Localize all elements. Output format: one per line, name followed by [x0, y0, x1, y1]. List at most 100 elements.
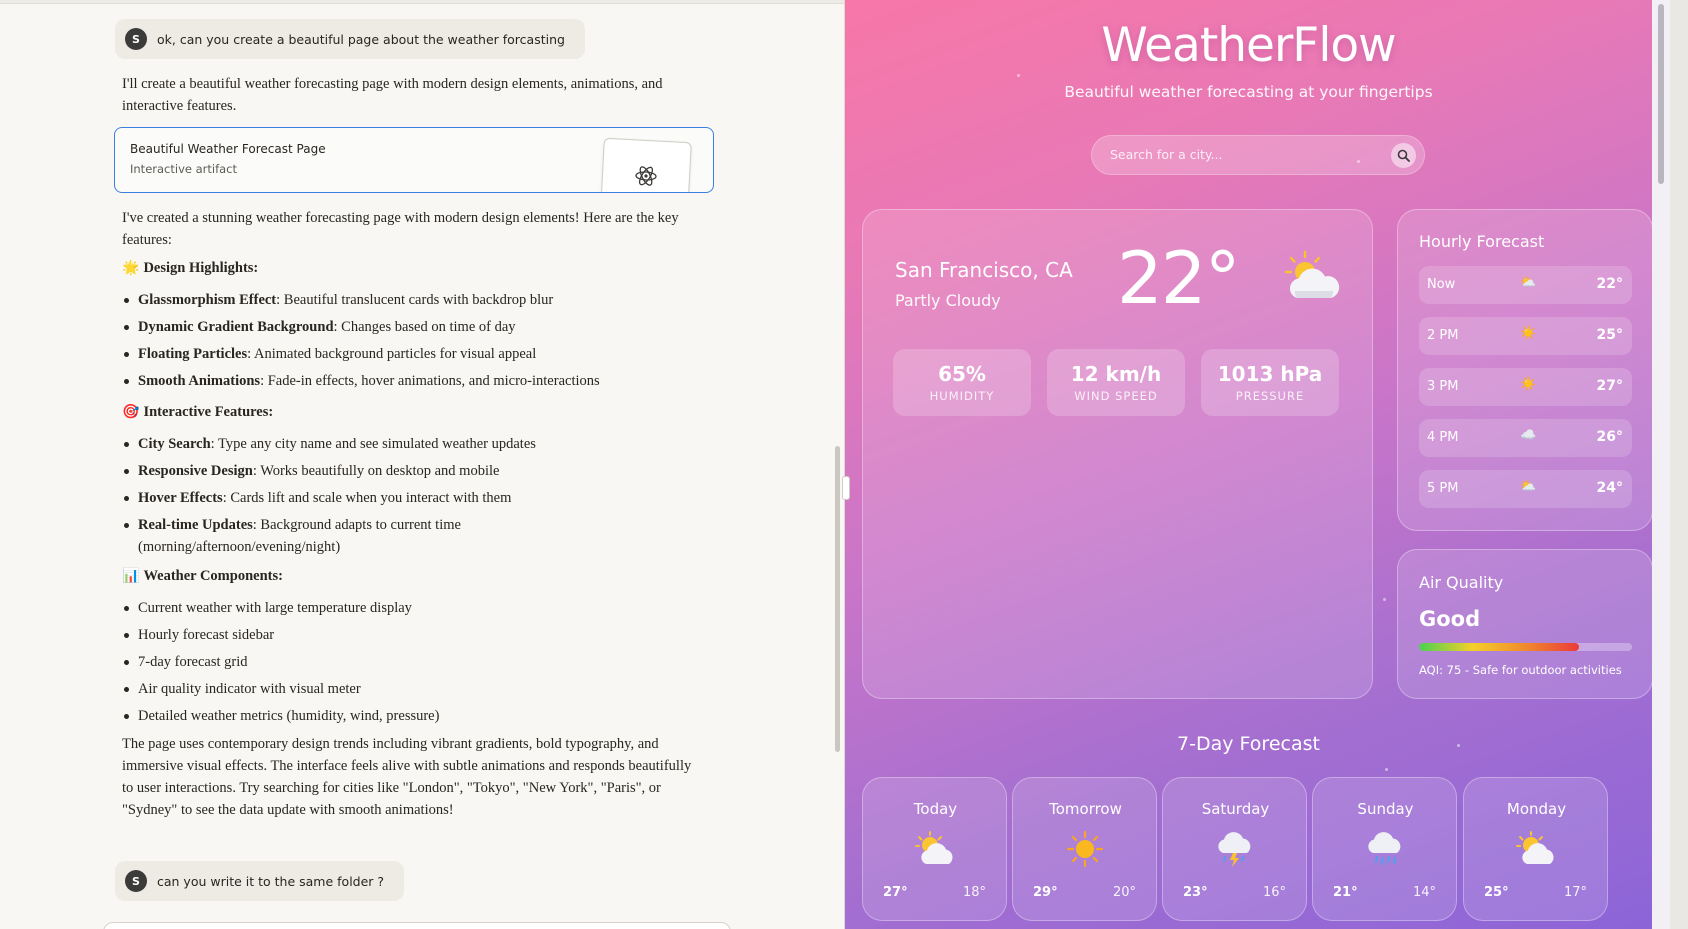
section-heading-components: 📊 Weather Components: — [122, 568, 283, 585]
day-name: Monday — [1506, 800, 1567, 818]
chart-icon: 📊 — [122, 569, 140, 584]
day-forecast-card[interactable]: Saturday 23° 16° — [1162, 777, 1307, 921]
day-high-temp: 29° — [1033, 885, 1058, 900]
section-title: Weather Components: — [143, 568, 283, 584]
list-item: City Search: Type any city name and see … — [124, 433, 698, 455]
partly-cloudy-icon — [1516, 831, 1556, 871]
list-item: Hourly forecast sidebar — [124, 624, 698, 646]
wind-speed-stat: 12 km/h WIND SPEED — [1047, 349, 1185, 416]
preview-scrollbar[interactable] — [1652, 0, 1670, 929]
star-icon: 🌟 — [122, 261, 140, 276]
list-item: Responsive Design: Works beautifully on … — [124, 460, 698, 482]
seven-day-title: 7-Day Forecast — [1177, 733, 1320, 755]
stat-label: HUMIDITY — [929, 389, 995, 403]
hour-temp: 26° — [1596, 429, 1623, 445]
day-low-temp: 20° — [1112, 885, 1136, 900]
user-avatar: S — [125, 870, 147, 892]
assistant-intro: I'll create a beautiful weather forecast… — [122, 76, 663, 114]
stat-value: 12 km/h — [1070, 362, 1162, 386]
day-name: Saturday — [1201, 800, 1270, 818]
hour-temp: 25° — [1596, 327, 1623, 343]
chat-top-border — [0, 0, 844, 4]
hourly-row[interactable]: Now ⛅ 22° — [1419, 266, 1632, 304]
target-icon: 🎯 — [122, 405, 140, 420]
day-high-temp: 27° — [883, 885, 908, 900]
partly-cloudy-icon: ⛅ — [1520, 275, 1537, 290]
particle — [1383, 598, 1386, 601]
air-quality-rating: Good — [1419, 607, 1481, 631]
weather-preview-pane: WeatherFlow Beautiful weather forecastin… — [845, 0, 1670, 929]
sunny-icon: ☀️ — [1520, 326, 1537, 341]
user-message-text: ok, can you create a beautiful page abou… — [157, 31, 565, 47]
day-high-temp: 25° — [1484, 885, 1509, 900]
hourly-row[interactable]: 5 PM ⛅ 24° — [1419, 470, 1632, 508]
sunny-icon: ☀️ — [1520, 377, 1537, 392]
hourly-forecast-card[interactable]: Hourly Forecast Now ⛅ 22° 2 PM ☀️ 25° 3 … — [1397, 209, 1653, 531]
section-heading-interactive: 🎯 Interactive Features: — [122, 404, 273, 421]
partly-cloudy-icon — [915, 831, 955, 871]
list-item: 7-day forecast grid — [124, 651, 698, 673]
user-message-1: S ok, can you create a beautiful page ab… — [115, 19, 585, 59]
search-icon — [1397, 149, 1410, 162]
hour-temp: 27° — [1596, 378, 1623, 394]
artifact-card[interactable]: Beautiful Weather Forecast Page Interact… — [114, 127, 714, 193]
list-item: Hover Effects: Cards lift and scale when… — [124, 487, 698, 509]
day-low-temp: 16° — [1262, 885, 1286, 900]
sunny-icon — [1065, 830, 1105, 871]
day-forecast-card[interactable]: Monday 25° 17° — [1463, 777, 1608, 921]
day-forecast-card[interactable]: Tomorrow 29° 20° — [1012, 777, 1157, 921]
cloudy-icon: ☁️ — [1520, 428, 1537, 443]
search-input[interactable] — [1108, 146, 1382, 163]
current-weather-card[interactable]: San Francisco, CA Partly Cloudy 22° 65% … — [862, 209, 1373, 699]
list-item: Real-time Updates: Background adapts to … — [124, 514, 508, 558]
day-low-temp: 18° — [962, 885, 986, 900]
chat-input-box[interactable] — [103, 922, 731, 929]
artifact-preview — [600, 137, 692, 192]
list-item: Dynamic Gradient Background: Changes bas… — [124, 316, 698, 338]
aqi-meter-fill — [1419, 643, 1579, 651]
hourly-row[interactable]: 4 PM ☁️ 26° — [1419, 419, 1632, 457]
search-button[interactable] — [1391, 143, 1416, 168]
hourly-row[interactable]: 2 PM ☀️ 25° — [1419, 317, 1632, 355]
partly-cloudy-icon — [1284, 250, 1340, 298]
list-item: Glassmorphism Effect: Beautiful transluc… — [124, 289, 698, 311]
hour-temp: 22° — [1596, 276, 1623, 292]
hourly-row[interactable]: 3 PM ☀️ 27° — [1419, 368, 1632, 406]
day-name: Today — [913, 800, 958, 818]
chat-scrollbar[interactable] — [835, 446, 840, 752]
city-search — [1091, 135, 1425, 175]
day-low-temp: 14° — [1412, 885, 1436, 900]
scrollbar-thumb[interactable] — [1658, 4, 1664, 184]
rain-icon — [1365, 831, 1405, 873]
assistant-summary: I've created a stunning weather forecast… — [122, 210, 679, 248]
day-forecast-card[interactable]: Sunday 21° 14° — [1312, 777, 1457, 921]
section-heading-design: 🌟 Design Highlights: — [122, 260, 258, 277]
list-item: Current weather with large temperature d… — [124, 597, 698, 619]
hour-label: 2 PM — [1427, 328, 1459, 343]
particle — [1017, 74, 1020, 77]
section-title: Design Highlights: — [143, 260, 259, 276]
day-name: Tomorrow — [1049, 800, 1122, 818]
list-item: Air quality indicator with visual meter — [124, 678, 698, 700]
pane-resize-handle[interactable] — [842, 476, 850, 500]
list-item: Floating Particles: Animated background … — [124, 343, 698, 365]
chat-pane: S ok, can you create a beautiful page ab… — [0, 0, 845, 929]
section-title: Interactive Features: — [143, 404, 274, 420]
humidity-stat: 65% HUMIDITY — [893, 349, 1031, 416]
artifact-subtitle: Interactive artifact — [130, 162, 238, 176]
atom-icon — [635, 166, 657, 186]
stat-value: 1013 hPa — [1217, 362, 1323, 386]
app-subtitle: Beautiful weather forecasting at your fi… — [1064, 83, 1433, 101]
hourly-title: Hourly Forecast — [1419, 232, 1545, 251]
aqi-note: AQI: 75 - Safe for outdoor activities — [1419, 663, 1622, 677]
list-item: Detailed weather metrics (humidity, wind… — [124, 705, 698, 727]
user-message-text: can you write it to the same folder ? — [157, 873, 385, 889]
hour-label: 5 PM — [1427, 481, 1459, 496]
day-forecast-card[interactable]: Today 27° 18° — [862, 777, 1007, 921]
air-quality-card[interactable]: Air Quality Good AQI: 75 - Safe for outd… — [1397, 549, 1653, 699]
day-high-temp: 21° — [1333, 885, 1358, 900]
stat-label: PRESSURE — [1235, 389, 1305, 403]
particle — [1385, 768, 1388, 771]
thunderstorm-icon — [1215, 831, 1255, 873]
air-quality-title: Air Quality — [1419, 573, 1504, 592]
